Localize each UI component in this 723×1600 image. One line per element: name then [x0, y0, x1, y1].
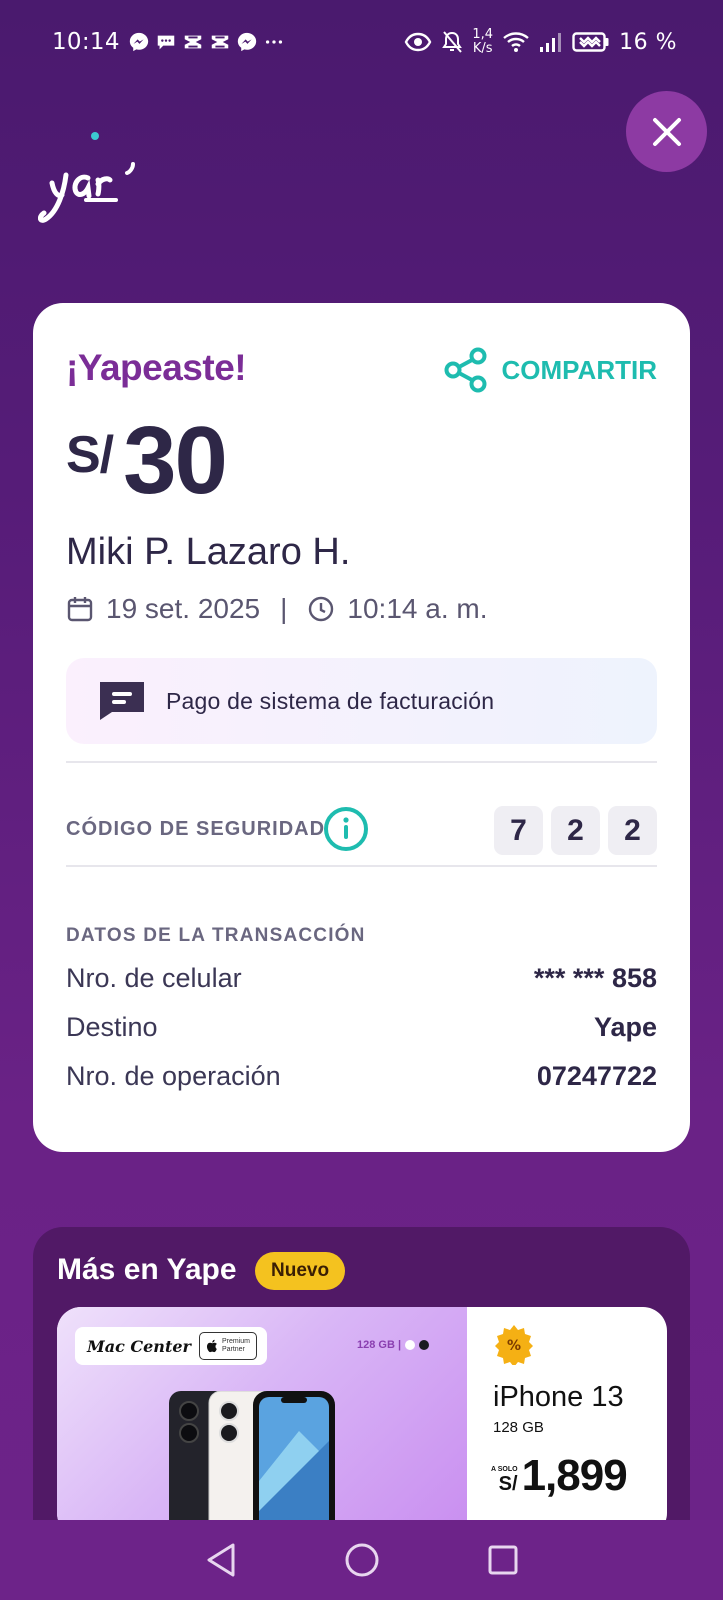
price-value: 1,899: [521, 1451, 628, 1500]
home-button[interactable]: [337, 1535, 387, 1585]
divider: [66, 865, 657, 867]
receipt-card: ¡Yapeaste! COMPARTIR S/ 30 Miki P. Lazar…: [33, 303, 690, 1152]
apple-icon: [206, 1339, 217, 1353]
svg-text:%: %: [507, 1338, 521, 1354]
security-digit: 2: [551, 806, 600, 855]
more-in-yape-section: Más en Yape Nuevo Mac Center Premium Par…: [33, 1227, 690, 1537]
partner-line-1: Premium: [221, 1338, 250, 1345]
tx-row-destination: Destino Yape: [66, 1012, 657, 1043]
tx-row-operation: Nro. de operación 07247722: [66, 1061, 657, 1092]
divider: [66, 761, 657, 763]
battery-icon: [572, 32, 609, 52]
share-icon: [444, 347, 487, 393]
messenger-icon-2: [237, 32, 256, 52]
more-section-title: Más en Yape: [57, 1253, 237, 1286]
promo-price: A SOLO S/ 1,899: [491, 1451, 628, 1500]
amount: S/ 30: [66, 407, 228, 514]
net-speed: 1,4 K/s: [472, 28, 493, 56]
promo-info: % iPhone 13 128 GB A SOLO S/ 1,899: [467, 1307, 667, 1537]
transaction-date: 19 set. 2025: [106, 593, 261, 624]
receipt-title: ¡Yapeaste!: [66, 347, 247, 388]
net-speed-value: 1,4: [472, 27, 494, 42]
back-button[interactable]: [196, 1535, 246, 1585]
price-prefix-text: A SOLO: [491, 1466, 518, 1473]
security-digit: 2: [608, 806, 657, 855]
color-dot-white: [405, 1340, 416, 1350]
messenger-icon: [129, 32, 148, 52]
tx-label: Destino: [66, 1012, 158, 1042]
notification-icons: [128, 31, 285, 53]
apple-partner-badge: Premium Partner: [198, 1332, 257, 1360]
back-triangle-icon: [207, 1543, 234, 1577]
amount-currency: S/: [66, 426, 114, 484]
tx-value: *** *** 858: [533, 963, 657, 993]
share-button[interactable]: COMPARTIR: [443, 347, 657, 393]
status-left: 10:14: [52, 29, 285, 55]
status-time: 10:14: [52, 29, 120, 55]
tx-value: 07247722: [536, 1061, 657, 1091]
net-speed-unit: K/s: [472, 41, 493, 56]
more-dots-icon: [265, 40, 282, 44]
signal-icon: [540, 33, 562, 52]
storage-tag-text: 128 GB |: [357, 1339, 402, 1351]
amount-value: 30: [123, 407, 228, 514]
recipient-name: Miki P. Lazaro H.: [66, 531, 351, 573]
promo-image: Mac Center Premium Partner 128 GB |: [57, 1307, 467, 1537]
store-badge: Mac Center Premium Partner: [75, 1327, 267, 1365]
yape-logo: [38, 132, 135, 223]
info-icon[interactable]: [323, 806, 369, 852]
datetime-separator: |: [280, 593, 288, 624]
tx-label: Nro. de celular: [66, 963, 242, 993]
bell-muted-icon: [442, 31, 463, 53]
recents-button[interactable]: [478, 1535, 528, 1585]
wifi-icon: [503, 32, 529, 52]
close-icon: [652, 117, 681, 146]
chat-bubble-icon: [157, 35, 175, 50]
transaction-time: 10:14 a. m.: [347, 593, 488, 624]
tx-row-phone: Nro. de celular *** *** 858: [66, 963, 657, 994]
iphone-product-image: [169, 1391, 335, 1537]
capcut-icon: [184, 35, 202, 49]
transaction-datetime: 19 set. 2025 | 10:14 a. m.: [66, 593, 488, 625]
storage-tag: 128 GB |: [357, 1339, 430, 1351]
price-currency: S/: [498, 1473, 518, 1495]
discount-badge-icon: %: [495, 1325, 533, 1365]
message-icon: [100, 682, 144, 720]
new-badge: Nuevo: [255, 1252, 346, 1290]
clock-icon: [309, 596, 334, 622]
tx-label: Nro. de operación: [66, 1061, 281, 1091]
security-code: 7 2 2: [494, 806, 657, 855]
tx-value: Yape: [593, 1012, 657, 1042]
partner-line-2: Partner: [221, 1346, 245, 1353]
security-code-label: CÓDIGO DE SEGURIDAD: [66, 818, 326, 840]
payment-memo: Pago de sistema de facturación: [66, 658, 657, 744]
security-digit: 7: [494, 806, 543, 855]
capcut-icon-2: [211, 35, 229, 49]
transaction-data-heading: DATOS DE LA TRANSACCIÓN: [66, 925, 366, 946]
eye-icon: [405, 32, 432, 52]
home-circle-icon: [345, 1543, 378, 1577]
calendar-icon: [67, 597, 93, 622]
price-prefix: A SOLO S/: [491, 1466, 518, 1496]
system-nav-bar: [0, 1520, 723, 1600]
status-right: 1,4 K/s 16 %: [404, 28, 677, 56]
status-bar: 10:14 1,4 K/s 16 %: [0, 0, 723, 84]
partner-text: Premium Partner: [222, 1338, 250, 1354]
color-dot-black: [419, 1340, 430, 1350]
store-name: Mac Center: [87, 1336, 191, 1356]
close-button[interactable]: [626, 91, 707, 172]
recents-square-icon: [488, 1545, 517, 1575]
promo-model: iPhone 13: [493, 1381, 624, 1413]
share-label: COMPARTIR: [501, 354, 657, 385]
promo-capacity: 128 GB: [493, 1419, 544, 1436]
battery-percent: 16 %: [619, 29, 677, 55]
memo-text: Pago de sistema de facturación: [166, 687, 495, 714]
promo-banner[interactable]: Mac Center Premium Partner 128 GB | % iP…: [57, 1307, 667, 1537]
